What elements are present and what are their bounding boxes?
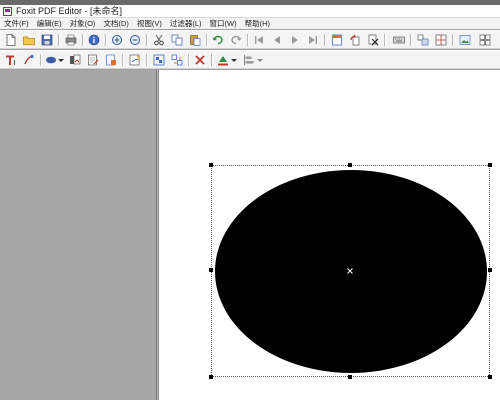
zoom-out-icon[interactable] [128,33,142,47]
toolbar-separator [384,34,386,46]
toolbar-separator [58,34,60,46]
image-insert-icon[interactable] [68,53,82,67]
ungroup-icon[interactable] [170,53,184,67]
align-dropdown-icon[interactable] [256,53,264,67]
new-document-icon[interactable] [4,33,18,47]
delete-page-icon[interactable] [366,33,380,47]
save-disk-icon[interactable] [40,33,54,47]
dropdown-icon[interactable] [57,53,65,67]
align-icon[interactable] [242,53,256,67]
paste-icon[interactable] [188,33,202,47]
toolbar-separator [146,34,148,46]
center-point-marker[interactable] [347,268,353,274]
resize-handle-bottom-right[interactable] [488,375,492,379]
resize-handle-bottom[interactable] [348,375,352,379]
resize-handle-top-left[interactable] [209,163,213,167]
menu-document[interactable]: 文档(D) [99,18,132,29]
left-panel [0,70,157,400]
cut-icon[interactable] [152,33,166,47]
menu-filter[interactable]: 过滤器(L) [166,18,206,29]
copy-icon[interactable] [170,33,184,47]
open-folder-icon[interactable] [22,33,36,47]
menu-file[interactable]: 文件(F) [0,18,33,29]
toolbar-separator [206,34,208,46]
print-icon[interactable] [64,33,78,47]
zoom-in-icon[interactable] [110,33,124,47]
fill-color-dropdown-icon[interactable] [230,53,238,67]
brush-tool-icon[interactable] [22,53,36,67]
info-icon[interactable] [87,33,101,47]
keyboard-icon[interactable] [392,33,406,47]
arrange-icon[interactable] [416,33,430,47]
sign-icon[interactable] [128,53,142,67]
object-toolbar [0,50,500,69]
toolbar-separator [211,54,213,66]
toolbar-separator [247,34,249,46]
toolbar-separator [146,54,148,66]
text-tool-icon[interactable] [4,53,18,67]
toolbar-separator [452,34,454,46]
next-page-icon[interactable] [288,33,302,47]
split-icon[interactable] [434,33,448,47]
title-bar: Foxit PDF Editor - [未命名] [0,5,500,18]
window-title: Foxit PDF Editor - [未命名] [16,6,123,16]
image-icon[interactable] [458,33,472,47]
fill-color-icon[interactable] [216,53,230,67]
ellipse-tool-icon[interactable] [44,53,58,67]
menu-view[interactable]: 视图(V) [133,18,166,29]
menu-object[interactable]: 对象(O) [66,18,100,29]
menu-edit[interactable]: 编辑(E) [33,18,66,29]
undo-icon[interactable] [211,33,225,47]
menu-help[interactable]: 帮助(H) [241,18,274,29]
app-icon [3,6,12,16]
toolbar-separator [105,34,107,46]
toolbar-separator [324,34,326,46]
menu-window[interactable]: 窗口(W) [206,18,241,29]
tile-icon[interactable] [478,33,492,47]
resize-handle-bottom-left[interactable] [209,375,213,379]
toolbar-separator [410,34,412,46]
resize-handle-top-right[interactable] [488,163,492,167]
resize-handle-right[interactable] [488,268,492,272]
previous-page-icon[interactable] [270,33,284,47]
toolbar-separator [40,54,42,66]
redo-icon[interactable] [229,33,243,47]
rotate-icon[interactable] [348,33,362,47]
standard-toolbar [0,30,500,49]
resize-handle-left[interactable] [209,268,213,272]
first-page-icon[interactable] [252,33,266,47]
toolbar-separator [188,54,190,66]
resize-handle-top[interactable] [348,163,352,167]
document-properties-icon[interactable] [104,53,118,67]
edit-page-icon[interactable] [86,53,100,67]
toolbar-separator [82,34,84,46]
menu-bar: 文件(F) 编辑(E) 对象(O) 文档(D) 视图(V) 过滤器(L) 窗口(… [0,18,500,29]
toolbar-separator [122,54,124,66]
group-icon[interactable] [152,53,166,67]
page-thumbnail-icon[interactable] [330,33,344,47]
last-page-icon[interactable] [306,33,320,47]
remove-object-icon[interactable] [193,53,207,67]
